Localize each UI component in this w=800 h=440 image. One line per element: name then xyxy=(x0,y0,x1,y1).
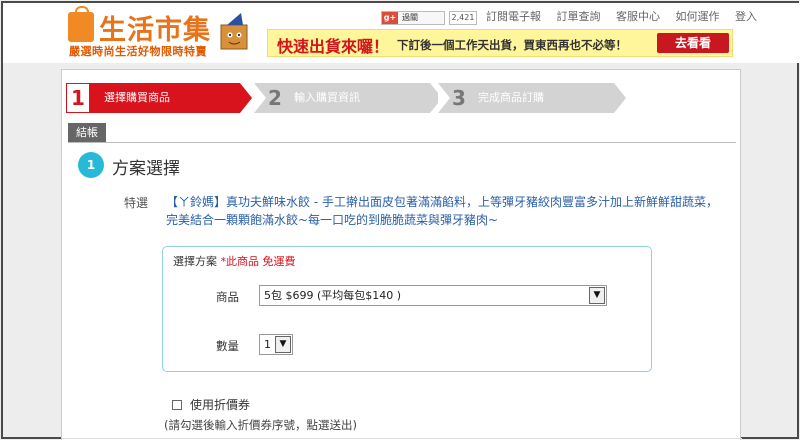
step-2-notch xyxy=(254,83,266,113)
tab-divider xyxy=(68,142,736,143)
step-3-notch xyxy=(438,83,450,113)
mascot-icon xyxy=(220,13,248,50)
step-3-number: 3 xyxy=(452,86,466,110)
plan-label: 選擇方案 xyxy=(173,255,217,268)
product-description: 【ㄚ鈴媽】真功夫鮮味水餃 - 手工擀出面皮包著滿滿餡料，上等彈牙豬絞肉豐富多汁加… xyxy=(166,195,718,227)
site-logo[interactable]: 生活市集 xyxy=(99,8,211,47)
step-1-number: 1 xyxy=(66,83,90,113)
step-3-arrow xyxy=(614,83,626,113)
site-tagline: 嚴選時尚生活好物限時特賣 xyxy=(69,45,207,58)
product-select[interactable]: 5包 $699 (平均每包$140 ) ▼ xyxy=(259,285,607,306)
product-select-value: 5包 $699 (平均每包$140 ) xyxy=(264,289,402,302)
plan-box: 選擇方案 *此商品 免運費 商品 5包 $699 (平均每包$140 ) ▼ 數… xyxy=(162,246,652,372)
page-frame: 生活市集 嚴選時尚生活好物限時特賣 g+ 過關 2,421 訂閱電子報 訂單查詢 … xyxy=(1,1,800,440)
link-how-it-works[interactable]: 如何運作 xyxy=(676,10,720,23)
step-1: 1 選擇購買商品 xyxy=(66,83,252,113)
banner-subtext: 下訂後一個工作天出貨，買東西再也不必等！ xyxy=(397,38,627,52)
link-login[interactable]: 登入 xyxy=(735,10,757,23)
plan-label-row: 選擇方案 *此商品 免運費 xyxy=(173,253,296,269)
step-3-label: 完成商品訂購 xyxy=(478,91,544,104)
coupon-label: 使用折價券 xyxy=(190,398,251,412)
shopping-bag-icon[interactable] xyxy=(68,6,94,42)
quantity-label: 數量 xyxy=(216,339,239,353)
step-3: 3 完成商品訂購 xyxy=(438,83,628,113)
banner-go-button[interactable]: 去看看 xyxy=(657,33,729,53)
coupon-hint: (請勾選後輸入折價券序號，點選送出) xyxy=(164,418,357,432)
google-plus-label: 過關 xyxy=(402,13,418,22)
bottom-divider xyxy=(62,438,742,439)
section-title: 方案選擇 xyxy=(112,159,180,179)
tab-checkout[interactable]: 結帳 xyxy=(68,123,106,143)
site-header: 生活市集 嚴選時尚生活好物限時特賣 g+ 過關 2,421 訂閱電子報 訂單查詢 … xyxy=(3,3,800,63)
quantity-select[interactable]: 1 ▼ xyxy=(259,334,293,355)
chevron-down-icon[interactable]: ▼ xyxy=(275,336,291,353)
checkout-panel: 1 選擇購買商品 2 輸入購買資訊 3 完成商品訂購 結帳 1 方案選擇 特選 xyxy=(61,69,742,440)
google-plus-button[interactable]: g+ 過關 xyxy=(381,11,445,25)
link-customer-service[interactable]: 客服中心 xyxy=(616,10,660,23)
feature-label: 特選 xyxy=(124,196,149,210)
google-plus-count: 2,421 xyxy=(449,11,477,25)
step-1-label: 選擇購買商品 xyxy=(104,91,170,104)
product-label: 商品 xyxy=(216,290,239,304)
coupon-row[interactable]: 使用折價券 xyxy=(172,396,250,413)
step-1-arrow xyxy=(240,83,252,113)
link-newsletter[interactable]: 訂閱電子報 xyxy=(486,10,541,23)
checkout-steps: 1 選擇購買商品 2 輸入購買資訊 3 完成商品訂購 xyxy=(66,83,626,113)
coupon-checkbox[interactable] xyxy=(172,400,182,410)
step-2: 2 輸入購買資訊 xyxy=(254,83,444,113)
step-2-label: 輸入購買資訊 xyxy=(294,91,360,104)
step-2-number: 2 xyxy=(268,86,282,110)
section-number-badge: 1 xyxy=(78,152,104,178)
promo-banner[interactable]: 快速出貨來囉！ 下訂後一個工作天出貨，買東西再也不必等！ 去看看 xyxy=(267,29,733,57)
chevron-down-icon[interactable]: ▼ xyxy=(589,287,605,304)
free-shipping-note: *此商品 免運費 xyxy=(220,255,296,268)
google-plus-icon: g+ xyxy=(382,12,398,24)
banner-headline: 快速出貨來囉！ xyxy=(277,37,390,56)
quantity-select-value: 1 xyxy=(264,338,271,351)
link-order-lookup[interactable]: 訂單查詢 xyxy=(557,10,601,23)
top-links: 訂閱電子報 訂單查詢 客服中心 如何運作 登入 xyxy=(486,8,769,24)
